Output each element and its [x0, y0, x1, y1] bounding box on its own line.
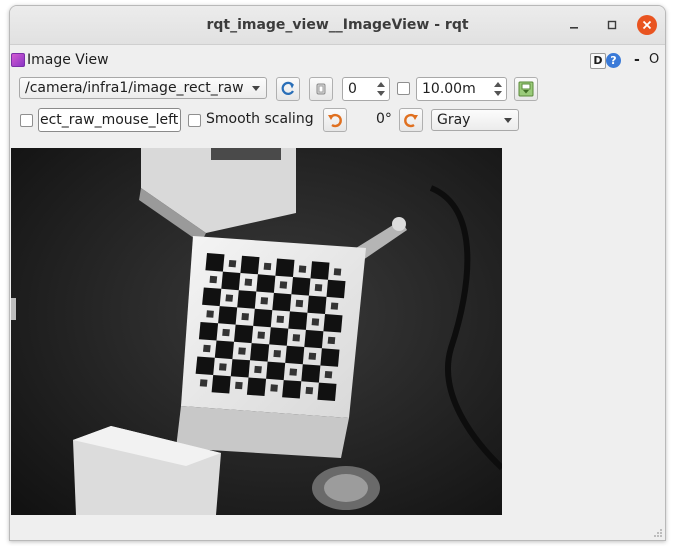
title-bar: rqt_image_view__ImageView - rqt [10, 6, 665, 45]
smooth-scaling-checkbox[interactable] [188, 114, 201, 127]
resize-grip-icon[interactable] [653, 528, 663, 538]
zoom-spinbox-value: 0 [348, 81, 357, 97]
rotate-right-icon [404, 113, 418, 128]
rotate-left-icon [328, 113, 342, 128]
dock-header: Image View D ? - O [10, 50, 665, 70]
max-range-spinbox[interactable]: 10.00m [416, 77, 507, 101]
save-image-icon [518, 81, 534, 97]
zoom-icon [316, 83, 326, 95]
topic-value: /camera/infra1/image_rect_raw [25, 80, 244, 96]
smooth-scaling-label: Smooth scaling [206, 111, 314, 127]
spin-up-icon[interactable] [494, 82, 502, 87]
maximize-button[interactable] [602, 15, 622, 35]
spin-down-icon[interactable] [377, 91, 385, 96]
camera-image[interactable] [11, 148, 502, 515]
zoom-spinbox[interactable]: 0 [342, 77, 390, 101]
rotate-left-button[interactable] [323, 108, 347, 132]
app-window: rqt_image_view__ImageView - rqt Image Vi… [9, 5, 666, 541]
spin-up-icon[interactable] [377, 82, 385, 87]
maximize-icon [607, 20, 617, 30]
color-scheme-value: Gray [437, 112, 471, 128]
image-view-icon [11, 53, 25, 67]
rotate-right-button[interactable] [399, 108, 423, 132]
rotation-angle: 0° [376, 111, 392, 127]
color-scheme-select[interactable]: Gray [431, 109, 519, 131]
mouse-topic-input[interactable]: ect_raw_mouse_left [38, 108, 181, 132]
mouse-publish-checkbox[interactable] [20, 114, 33, 127]
close-button[interactable] [637, 15, 657, 35]
max-range-value: 10.00m [422, 81, 476, 97]
dock-close-button[interactable]: O [649, 50, 659, 70]
dock-d-button[interactable]: D [590, 53, 606, 69]
minimize-icon [570, 27, 578, 29]
topic-select[interactable]: /camera/infra1/image_rect_raw [19, 77, 267, 99]
dynamic-range-checkbox[interactable] [397, 82, 410, 95]
chevron-down-icon [504, 118, 512, 123]
refresh-icon [281, 81, 294, 95]
help-button[interactable]: ? [606, 53, 621, 68]
zoom-button[interactable] [309, 77, 333, 101]
dock-minimize-button[interactable]: - [634, 50, 640, 70]
close-icon [642, 20, 652, 30]
camera-image-render [11, 148, 502, 515]
dock-title: Image View [27, 52, 109, 68]
mouse-topic-value: ect_raw_mouse_left [40, 112, 179, 128]
spin-down-icon[interactable] [494, 91, 502, 96]
save-image-button[interactable] [514, 77, 538, 101]
refresh-button[interactable] [276, 77, 300, 101]
chevron-down-icon [252, 86, 260, 91]
minimize-button[interactable] [564, 15, 584, 35]
